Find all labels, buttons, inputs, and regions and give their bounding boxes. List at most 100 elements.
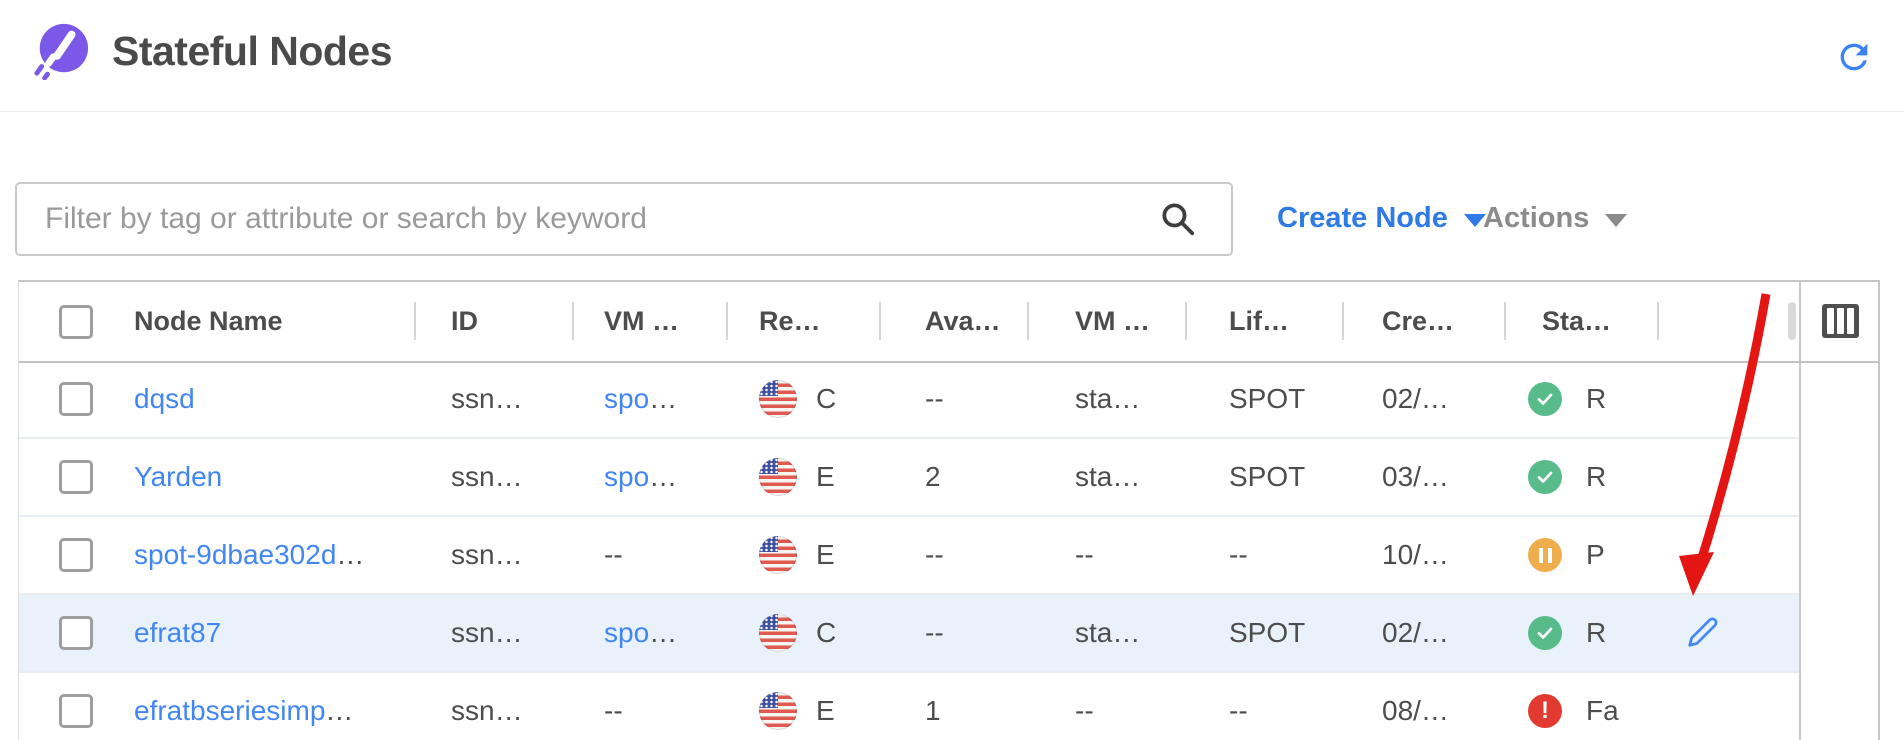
column-header-lifecycle[interactable]: Lif…: [1185, 282, 1342, 361]
actions-label: Actions: [1483, 202, 1589, 235]
vm-size: --: [1027, 539, 1185, 571]
columns-icon: [1827, 308, 1834, 334]
select-all-checkbox[interactable]: [59, 305, 93, 339]
created-at: 02/…: [1342, 617, 1504, 649]
status-label: R: [1586, 461, 1606, 493]
column-header-status[interactable]: Sta…: [1504, 282, 1657, 361]
column-header-actions: [1657, 282, 1799, 361]
edit-node-button[interactable]: [1687, 616, 1719, 651]
column-header-id[interactable]: ID: [414, 282, 572, 361]
status-label: R: [1586, 617, 1606, 649]
search-icon: [1159, 200, 1197, 243]
us-flag-icon: [759, 614, 797, 652]
app-header: Stateful Nodes: [0, 0, 1904, 112]
vertical-scrollbar-thumb[interactable]: [1788, 302, 1796, 340]
column-header-vm[interactable]: VM …: [572, 282, 726, 361]
node-name-link[interactable]: Yarden: [134, 461, 222, 493]
column-header-created[interactable]: Cre…: [1342, 282, 1504, 361]
availability-zone: 2: [879, 461, 1027, 493]
created-at: 03/…: [1342, 461, 1504, 493]
node-name-link[interactable]: spot-9dbae302d: [134, 539, 336, 571]
status-paused-icon: [1528, 538, 1562, 572]
node-name-link[interactable]: dqsd: [134, 383, 195, 415]
stateful-nodes-page: Stateful Nodes Create Node Actions: [0, 0, 1904, 740]
node-id: ssn…: [414, 539, 572, 571]
lifecycle: SPOT: [1185, 383, 1342, 415]
page-title: Stateful Nodes: [112, 28, 392, 75]
node-id: ssn…: [414, 695, 572, 727]
vm-size: sta…: [1027, 461, 1185, 493]
lifecycle: SPOT: [1185, 461, 1342, 493]
vm-link[interactable]: spo: [604, 461, 649, 493]
create-node-button[interactable]: Create Node: [1277, 188, 1486, 248]
status-label: P: [1586, 539, 1605, 571]
region: C: [816, 617, 836, 649]
chevron-down-icon: [1605, 214, 1627, 227]
vm-size: sta…: [1027, 617, 1185, 649]
availability-zone: 1: [879, 695, 1027, 727]
vm-empty: --: [572, 539, 726, 571]
node-name-link[interactable]: efratbseriesimp: [134, 695, 325, 727]
actions-button[interactable]: Actions: [1483, 188, 1627, 248]
vm-size: --: [1027, 695, 1185, 727]
create-node-label: Create Node: [1277, 202, 1448, 235]
region: E: [816, 461, 835, 493]
node-id: ssn…: [414, 383, 572, 415]
lifecycle: --: [1185, 539, 1342, 571]
table-row[interactable]: spot-9dbae302d… ssn… -- E -- -- -- 10/… …: [19, 517, 1799, 595]
region: E: [816, 539, 835, 571]
node-id: ssn…: [414, 461, 572, 493]
us-flag-icon: [759, 536, 797, 574]
us-flag-icon: [759, 458, 797, 496]
us-flag-icon: [759, 380, 797, 418]
vm-link[interactable]: spo: [604, 383, 649, 415]
table-header-row: Node Name ID VM … Re… Ava… VM … Lif… Cre…: [19, 282, 1799, 361]
vm-link[interactable]: spo: [604, 617, 649, 649]
lifecycle: SPOT: [1185, 617, 1342, 649]
row-checkbox[interactable]: [59, 382, 93, 416]
stateful-nodes-table: Node Name ID VM … Re… Ava… VM … Lif… Cre…: [18, 280, 1880, 740]
column-header-node-name[interactable]: Node Name: [134, 282, 414, 361]
table-main: Node Name ID VM … Re… Ava… VM … Lif… Cre…: [19, 282, 1799, 740]
status-label: Fa: [1586, 695, 1619, 727]
row-checkbox[interactable]: [59, 538, 93, 572]
column-header-availability[interactable]: Ava…: [879, 282, 1027, 361]
created-at: 10/…: [1342, 539, 1504, 571]
filter-box: [15, 182, 1233, 256]
status-running-icon: [1528, 616, 1562, 650]
columns-picker-button[interactable]: [1822, 304, 1859, 338]
table-row[interactable]: efratbseriesimp… ssn… -- E 1 -- -- 08/… …: [19, 673, 1799, 740]
filter-input[interactable]: [15, 182, 1233, 256]
vm-empty: --: [572, 695, 726, 727]
table-row-highlighted[interactable]: efrat87 ssn… spo… C -- sta… SPOT 02/… R: [19, 595, 1799, 673]
row-checkbox[interactable]: [59, 694, 93, 728]
name-ellipsis: …: [336, 539, 364, 571]
refresh-button[interactable]: [1832, 36, 1876, 80]
availability-zone: --: [879, 383, 1027, 415]
region: E: [816, 695, 835, 727]
header-divider: [19, 361, 1879, 363]
status-running-icon: [1528, 382, 1562, 416]
row-checkbox[interactable]: [59, 616, 93, 650]
region: C: [816, 383, 836, 415]
created-at: 02/…: [1342, 383, 1504, 415]
refresh-icon: [1834, 65, 1874, 80]
lifecycle: --: [1185, 695, 1342, 727]
column-header-vm-size[interactable]: VM …: [1027, 282, 1185, 361]
availability-zone: --: [879, 617, 1027, 649]
table-row[interactable]: Yarden ssn… spo… E 2 sta… SPOT 03/… R: [19, 439, 1799, 517]
vm-ellipsis: …: [649, 461, 677, 493]
us-flag-icon: [759, 692, 797, 730]
node-id: ssn…: [414, 617, 572, 649]
name-ellipsis: …: [325, 695, 353, 727]
created-at: 08/…: [1342, 695, 1504, 727]
vm-ellipsis: …: [649, 383, 677, 415]
status-label: R: [1586, 383, 1606, 415]
table-row[interactable]: dqsd ssn… spo… C -- sta… SPOT 02/… R: [19, 361, 1799, 439]
spot-logo-icon: [32, 22, 90, 85]
row-checkbox[interactable]: [59, 460, 93, 494]
availability-zone: --: [879, 539, 1027, 571]
node-name-link[interactable]: efrat87: [134, 617, 221, 649]
column-picker-gutter: [1799, 282, 1878, 740]
column-header-region[interactable]: Re…: [726, 282, 879, 361]
